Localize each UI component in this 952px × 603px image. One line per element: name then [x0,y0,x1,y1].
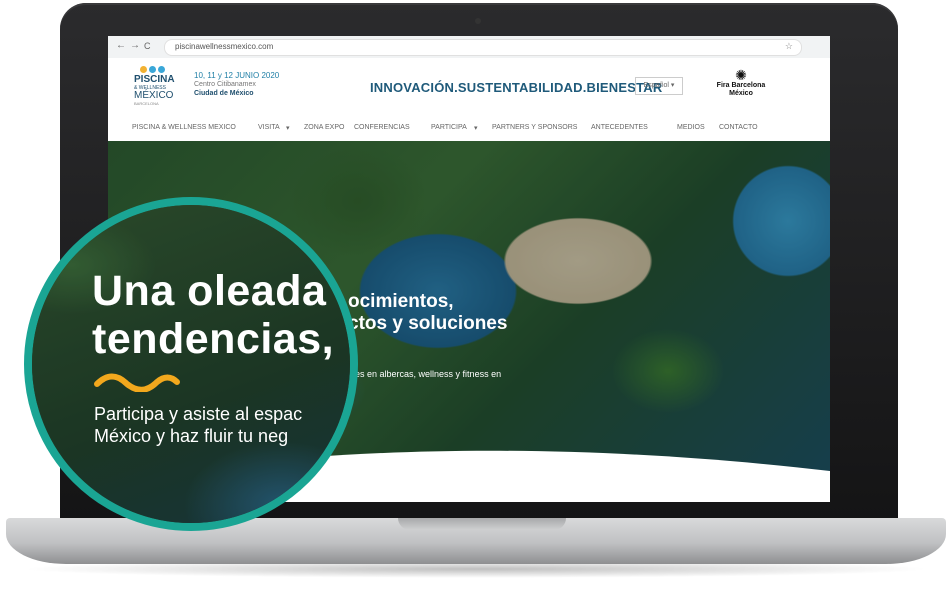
menu-item-zona-expo[interactable]: ZONA EXPO [304,124,344,131]
menu-item-participa[interactable]: PARTICIPA [431,124,467,131]
magnifier-subtitle-line-1: Participa y asiste al espac [94,404,303,424]
hero-headline-line-2: ctos y soluciones [348,313,508,334]
reload-icon[interactable]: C [144,41,151,51]
chevron-down-icon[interactable]: ▾ [286,124,290,132]
logo-dot [140,66,147,73]
laptop-notch [398,518,566,530]
fira-logo-icon: ✺ [735,67,747,83]
event-city: Ciudad de México [194,90,254,97]
menu-item-antecedentes[interactable]: ANTECEDENTES [591,124,648,131]
menu-item-contacto[interactable]: CONTACTO [719,124,758,131]
event-info: 10, 11 y 12 JUNIO 2020 Centro Citibaname… [194,71,279,98]
logo-dots [140,66,182,73]
logo-line-4: BARCELONA [134,101,159,106]
fira-logo-line-2: México [729,90,753,97]
camera-icon [475,18,481,24]
magnifier-circle: Una oleada tendencias, Participa y asist… [24,197,358,531]
site-logo[interactable]: PISCINA & WELLNESS MÉXICO BARCELONA [134,66,182,106]
logo-line-3: MÉXICO [134,90,174,101]
menu-item-medios[interactable]: MEDIOS [677,124,705,131]
magnifier-headline-line-2: tendencias, [92,315,335,363]
site-tagline: INNOVACIÓN.SUSTENTABILIDAD.BIENESTAR [370,80,663,95]
menu-item-conferencias[interactable]: CONFERENCIAS [354,124,410,131]
url-text: piscinawellnessmexico.com [175,42,274,51]
magnifier-headline: Una oleada tendencias, [92,267,334,363]
site-header: PISCINA & WELLNESS MÉXICO BARCELONA 10, … [108,58,830,116]
address-bar[interactable]: piscinawellnessmexico.com ☆ [164,39,802,56]
event-venue: Centro Citibanamex [194,81,256,88]
fira-logo-line-1: Fira Barcelona [716,82,766,89]
browser-toolbar: ← → C piscinawellnessmexico.com ☆ [108,36,830,59]
chevron-down-icon[interactable]: ▾ [474,124,478,132]
hero-subtitle: ales en albercas, wellness y fitness en [348,369,502,379]
magnifier-subtitle: Participa y asiste al espac México y haz… [94,403,302,447]
logo-line-1: PISCINA [134,74,175,85]
menu-item-partners[interactable]: PARTNERS Y SPONSORS [492,124,577,131]
logo-dot [149,66,156,73]
forward-icon[interactable]: → [130,40,140,51]
hero-headline: ocimientos, ctos y soluciones [348,291,507,335]
magnifier-subtitle-line-2: México y haz fluir tu neg [94,426,289,446]
wave-icon [94,373,180,392]
main-menu: PISCINA & WELLNESS MEXICO VISITA ▾ ZONA … [108,116,830,142]
logo-dot [158,66,165,73]
magnifier-headline-line-1: Una oleada [92,267,327,315]
language-select[interactable]: Español ▾ [635,77,683,95]
back-icon[interactable]: ← [116,40,126,51]
menu-item-home[interactable]: PISCINA & WELLNESS MEXICO [132,124,236,131]
bookmark-star-icon[interactable]: ☆ [785,41,793,52]
menu-item-visita[interactable]: VISITA [258,124,280,131]
event-dates: 10, 11 y 12 JUNIO 2020 [194,71,280,80]
fira-barcelona-logo[interactable]: ✺ Fira Barcelona México [716,68,766,98]
hero-headline-line-1: ocimientos, [348,291,454,312]
magnifier-overlay [32,205,350,523]
